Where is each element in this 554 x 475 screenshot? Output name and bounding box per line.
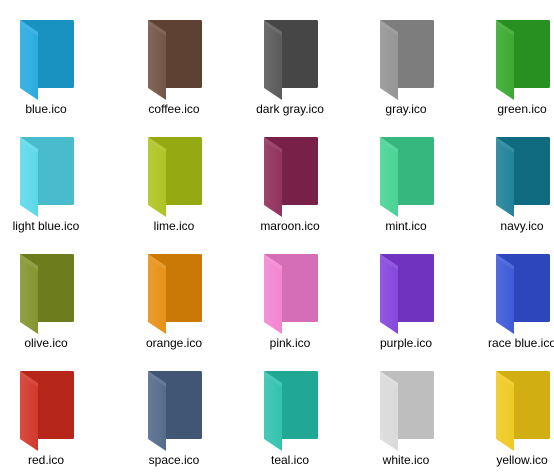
folder-icon bbox=[144, 365, 204, 453]
file-item[interactable]: red.ico bbox=[0, 351, 92, 468]
folder-icon bbox=[260, 14, 320, 102]
folder-icon bbox=[16, 131, 76, 219]
folder-icon bbox=[492, 131, 552, 219]
file-item[interactable]: gray.ico bbox=[348, 0, 464, 117]
file-label: yellow.ico bbox=[496, 453, 548, 467]
folder-icon bbox=[376, 248, 436, 336]
file-item[interactable]: race blue.ico bbox=[464, 234, 554, 351]
folder-icon bbox=[144, 131, 204, 219]
folder-icon bbox=[16, 365, 76, 453]
file-label: pink.ico bbox=[269, 336, 311, 350]
file-label: maroon.ico bbox=[260, 219, 320, 233]
file-item[interactable]: white.ico bbox=[348, 351, 464, 468]
folder-icon bbox=[492, 248, 552, 336]
file-label: teal.ico bbox=[270, 453, 310, 467]
file-label: orange.ico bbox=[145, 336, 203, 350]
file-item[interactable]: blue.ico bbox=[0, 0, 92, 117]
file-item[interactable]: light blue.ico bbox=[0, 117, 92, 234]
folder-icon bbox=[492, 14, 552, 102]
file-item[interactable]: mint.ico bbox=[348, 117, 464, 234]
folder-icon bbox=[260, 131, 320, 219]
file-label: space.ico bbox=[148, 453, 200, 467]
file-label: lime.ico bbox=[153, 219, 195, 233]
file-label: race blue.ico bbox=[487, 336, 554, 350]
folder-icon bbox=[144, 14, 204, 102]
file-label: white.ico bbox=[382, 453, 430, 467]
file-item[interactable]: olive.ico bbox=[0, 234, 92, 351]
file-grid: blue.ico coffee.ico dark gray.ico gray.ico g… bbox=[0, 0, 554, 475]
folder-icon bbox=[16, 248, 76, 336]
file-label: gray.ico bbox=[385, 102, 427, 116]
folder-icon bbox=[16, 14, 76, 102]
file-item[interactable]: navy.ico bbox=[464, 117, 554, 234]
file-item[interactable]: teal.ico bbox=[232, 351, 348, 468]
file-item[interactable]: pink.ico bbox=[232, 234, 348, 351]
file-label: coffee.ico bbox=[148, 102, 200, 116]
file-item[interactable]: maroon.ico bbox=[232, 117, 348, 234]
file-item[interactable]: purple.ico bbox=[348, 234, 464, 351]
folder-icon bbox=[376, 131, 436, 219]
file-label: dark gray.ico bbox=[256, 102, 324, 116]
file-item[interactable]: coffee.ico bbox=[116, 0, 232, 117]
file-label: olive.ico bbox=[24, 336, 68, 350]
file-item[interactable]: orange.ico bbox=[116, 234, 232, 351]
file-label: green.ico bbox=[497, 102, 547, 116]
file-label: blue.ico bbox=[25, 102, 67, 116]
folder-icon bbox=[492, 365, 552, 453]
file-label: mint.ico bbox=[385, 219, 427, 233]
file-label: red.ico bbox=[27, 453, 65, 467]
file-label: light blue.ico bbox=[12, 219, 80, 233]
file-label: purple.ico bbox=[379, 336, 433, 350]
folder-icon bbox=[144, 248, 204, 336]
file-item[interactable]: dark gray.ico bbox=[232, 0, 348, 117]
folder-icon bbox=[260, 365, 320, 453]
folder-icon bbox=[376, 365, 436, 453]
file-item[interactable]: space.ico bbox=[116, 351, 232, 468]
file-item[interactable]: lime.ico bbox=[116, 117, 232, 234]
file-item[interactable]: green.ico bbox=[464, 0, 554, 117]
file-item[interactable]: yellow.ico bbox=[464, 351, 554, 468]
file-label: navy.ico bbox=[500, 219, 544, 233]
folder-icon bbox=[376, 14, 436, 102]
folder-icon bbox=[260, 248, 320, 336]
